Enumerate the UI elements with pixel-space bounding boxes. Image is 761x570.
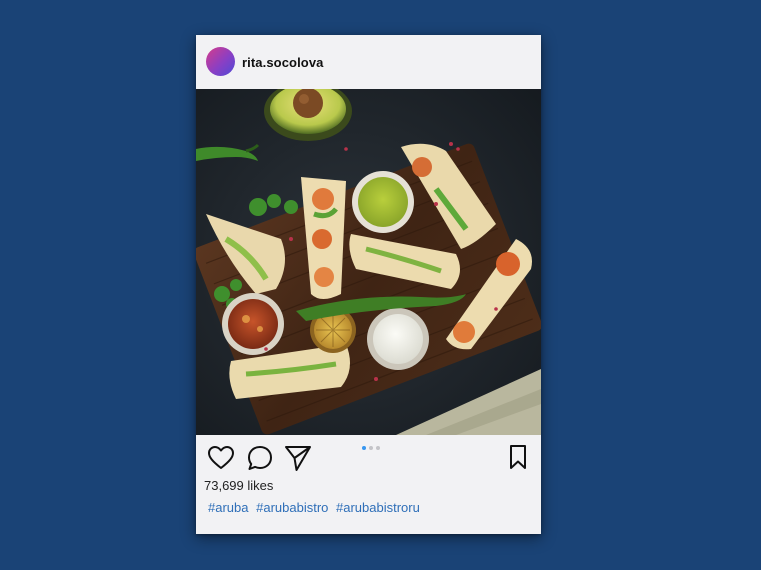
hashtag-link[interactable]: #arubabistro [256, 500, 328, 515]
pager-dot[interactable] [369, 446, 373, 450]
post-photo[interactable] [196, 89, 541, 435]
hashtag-link[interactable]: #aruba [208, 500, 248, 515]
pager-dot[interactable] [376, 446, 380, 450]
avatar[interactable] [206, 47, 235, 76]
hashtags: #aruba #arubabistro #arubabistroru [208, 500, 424, 515]
post-card: rita.socolova 73,699 likes #aruba #aruba… [196, 35, 541, 534]
food-photo-illustration [196, 89, 541, 435]
action-bar [196, 435, 541, 479]
paper-plane-icon[interactable] [284, 444, 312, 472]
likes-count[interactable]: 73,699 likes [204, 478, 273, 493]
hashtag-link[interactable]: #arubabistroru [336, 500, 420, 515]
pager-dot[interactable] [362, 446, 366, 450]
post-header: rita.socolova [196, 35, 541, 89]
username[interactable]: rita.socolova [242, 55, 324, 70]
carousel-pager [362, 446, 383, 452]
comment-bubble-icon[interactable] [246, 444, 274, 472]
heart-icon[interactable] [207, 444, 235, 472]
bookmark-icon[interactable] [504, 443, 532, 471]
